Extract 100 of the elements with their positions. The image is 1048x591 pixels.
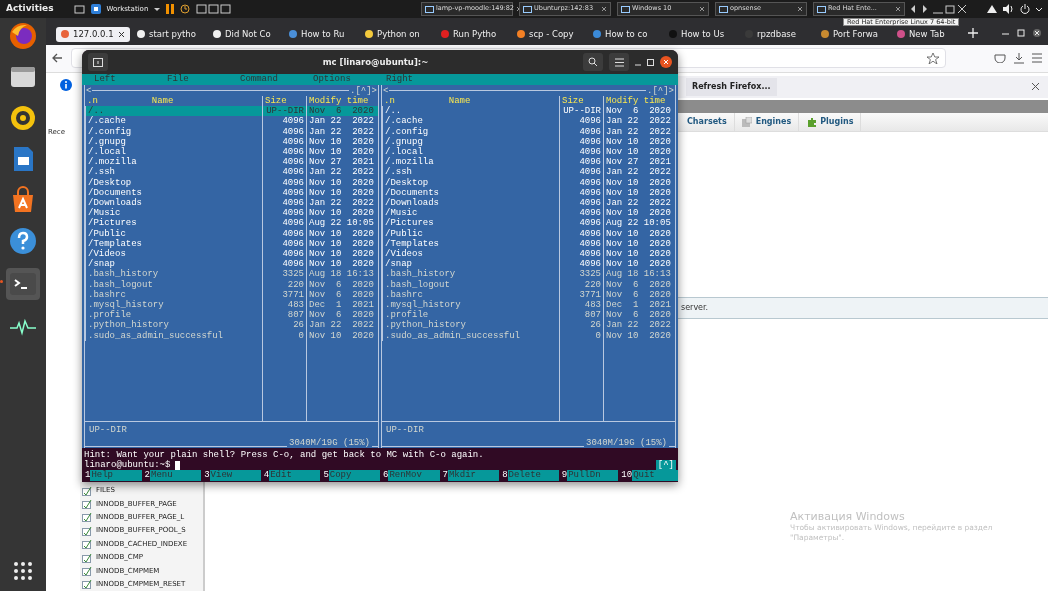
close-icon[interactable] — [117, 30, 125, 38]
menu-item[interactable]: Right — [386, 74, 459, 85]
browser-tab[interactable]: Python on — [360, 26, 434, 42]
panel-corner[interactable]: .[^]> — [646, 85, 675, 96]
browser-tab[interactable]: New Tab — [892, 26, 966, 42]
network-icon[interactable] — [987, 4, 997, 14]
file-name[interactable]: .sudo_as_admin_successful — [382, 330, 559, 341]
file-name[interactable]: /snap — [382, 259, 559, 270]
file-name[interactable]: /.mozilla — [382, 157, 559, 168]
file-name[interactable]: /Videos — [85, 249, 262, 260]
file-name[interactable]: /.. — [85, 106, 262, 117]
browser-tab[interactable]: How to Us — [664, 26, 738, 42]
pocket-icon[interactable] — [994, 53, 1006, 64]
window-controls-icon[interactable] — [933, 4, 967, 14]
file-name[interactable]: /Downloads — [382, 198, 559, 209]
file-name[interactable]: /.local — [382, 147, 559, 158]
file-name[interactable]: /.config — [382, 126, 559, 137]
download-icon[interactable] — [1014, 52, 1024, 64]
pause-icon[interactable] — [166, 4, 175, 14]
section-tab[interactable]: Plugins — [799, 112, 862, 131]
terminal-icon[interactable] — [9, 270, 37, 298]
browser-tab[interactable]: How to Ru — [284, 26, 358, 42]
caret-icon[interactable] — [154, 6, 161, 12]
menu-item[interactable]: Command — [240, 74, 313, 85]
function-key[interactable]: Quit — [632, 470, 678, 481]
file-name[interactable]: /.cache — [382, 116, 559, 127]
file-name[interactable]: /Desktop — [382, 177, 559, 188]
volume-icon[interactable] — [1003, 4, 1014, 14]
function-key[interactable]: Help — [90, 470, 142, 481]
function-key[interactable]: Edit — [269, 470, 321, 481]
menu-item[interactable]: Options — [313, 74, 386, 85]
clock-icon[interactable] — [180, 4, 191, 14]
panel-corner[interactable]: < — [85, 85, 93, 96]
search-button[interactable] — [583, 53, 603, 71]
new-tab-button[interactable] — [88, 53, 108, 71]
file-name[interactable]: .profile — [382, 310, 559, 321]
function-key[interactable]: Mkdir — [447, 470, 500, 481]
back-arrow-icon[interactable] — [52, 53, 63, 64]
browser-tab[interactable]: Run Pytho — [436, 26, 510, 42]
file-name[interactable]: /Videos — [382, 249, 559, 260]
browser-tab[interactable]: Port Forwa — [816, 26, 890, 42]
file-name[interactable]: /Music — [85, 208, 262, 219]
disc-icon[interactable] — [9, 104, 37, 132]
function-key[interactable]: Menu — [150, 470, 202, 481]
file-name[interactable]: /Public — [382, 228, 559, 239]
file-name[interactable]: /.gnupg — [382, 136, 559, 147]
browser-tab[interactable]: scp - Copy — [512, 26, 586, 42]
app-icon[interactable] — [90, 4, 101, 14]
function-key[interactable]: PullDn — [567, 470, 619, 481]
file-name[interactable]: .bash_history — [382, 269, 559, 280]
file-name[interactable]: /Pictures — [85, 218, 262, 229]
section-tab[interactable]: Engines — [734, 112, 800, 131]
panel-corner[interactable]: .[^]> — [349, 85, 378, 96]
window-icon[interactable] — [73, 4, 85, 14]
help-icon[interactable] — [9, 227, 37, 255]
file-name[interactable]: /Templates — [382, 238, 559, 250]
file-name[interactable]: /Documents — [85, 187, 262, 199]
function-key[interactable]: View — [209, 470, 261, 481]
file-name[interactable]: .python_history — [85, 320, 262, 331]
file-name[interactable]: .mysql_history — [85, 300, 262, 311]
close-icon[interactable] — [660, 56, 672, 68]
refresh-button[interactable]: Refresh Firefox... — [686, 77, 777, 96]
menu-button[interactable] — [609, 53, 629, 71]
file-name[interactable]: /.gnupg — [85, 136, 262, 147]
arrows-icon[interactable] — [911, 5, 927, 13]
file-name[interactable]: /.. — [382, 106, 559, 117]
browser-tab[interactable]: rpzdbase — [740, 26, 814, 42]
window-controls-icon[interactable] — [1002, 28, 1042, 38]
file-name[interactable]: /.ssh — [382, 167, 559, 178]
menu-item[interactable]: Left — [94, 74, 167, 85]
file-name[interactable]: .bash_logout — [85, 279, 262, 290]
file-name[interactable]: /Downloads — [85, 198, 262, 209]
plus-icon[interactable] — [968, 27, 978, 38]
file-name[interactable]: .python_history — [382, 320, 559, 331]
file-name[interactable]: .sudo_as_admin_successful — [85, 330, 262, 341]
browser-icon[interactable] — [9, 22, 37, 50]
caret-icon[interactable] — [1036, 6, 1042, 12]
file-name[interactable]: .profile — [85, 310, 262, 321]
activities-button[interactable]: Activities — [6, 2, 54, 16]
file-name[interactable]: /Desktop — [85, 177, 262, 188]
browser-tab[interactable]: start pytho — [132, 26, 206, 42]
maximize-icon[interactable] — [647, 58, 654, 66]
file-name[interactable]: .bash_logout — [382, 279, 559, 290]
file-name[interactable]: /Documents — [382, 187, 559, 199]
file-name[interactable]: /snap — [85, 259, 262, 270]
browser-tab[interactable]: 127.0.0.1 — [56, 26, 130, 42]
file-name[interactable]: /Templates — [85, 238, 262, 250]
power-icon[interactable] — [1020, 4, 1030, 14]
scroll-marker[interactable]: [^] — [655, 460, 676, 470]
file-name[interactable]: .mysql_history — [382, 300, 559, 311]
file-name[interactable]: .bashrc — [382, 289, 559, 301]
panel-corner[interactable]: < — [382, 85, 390, 96]
close-icon[interactable] — [1031, 82, 1040, 92]
function-key[interactable]: RenMov — [388, 470, 440, 481]
star-icon[interactable] — [927, 52, 939, 64]
menu-item[interactable]: File — [167, 74, 240, 85]
file-name[interactable]: /Public — [85, 228, 262, 239]
file-name[interactable]: /.ssh — [85, 167, 262, 178]
file-name[interactable]: /.cache — [85, 116, 262, 127]
file-name[interactable]: /.config — [85, 126, 262, 137]
